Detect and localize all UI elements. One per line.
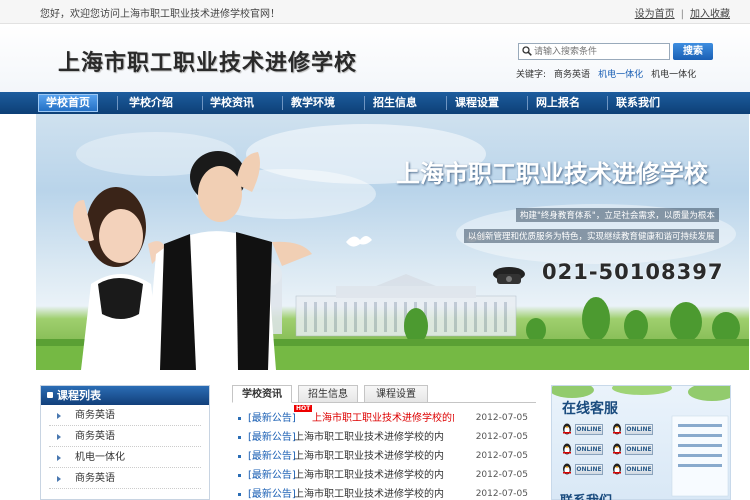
online-badge: ONLINE (625, 464, 653, 475)
arrow-right-icon (57, 413, 61, 419)
news-date: 2012-07-05 (475, 489, 528, 499)
course-item-label: 商务英语 (75, 410, 115, 421)
online-badge: ONLINE (575, 464, 603, 475)
link-separator: | (680, 9, 684, 20)
online-service-title: 在线客服 (562, 401, 618, 417)
capitol-building (254, 254, 517, 337)
search-box (518, 43, 670, 60)
arrow-right-icon (57, 476, 61, 482)
online-badge: ONLINE (625, 444, 653, 455)
nav-item-apply[interactable]: 网上报名 (527, 94, 589, 112)
bullet-icon (238, 436, 241, 439)
news-tag: [最新公告] (248, 413, 296, 424)
qq-penguin-icon (613, 463, 621, 475)
news-title[interactable]: 上海市职工职业技术进修学校的内训课 (294, 428, 444, 447)
news-panel: 学校资讯 招生信息 课程设置 [最新公告] HOT 上海市职工职业技术进修学校的… (232, 385, 536, 500)
news-date: 2012-07-05 (475, 470, 528, 480)
qq-penguin-icon (613, 443, 621, 455)
news-tag: [最新公告] (248, 470, 296, 481)
qq-penguin-icon (563, 423, 571, 435)
news-date: 2012-07-05 (475, 413, 528, 423)
bullet-icon (238, 493, 241, 496)
online-badge: ONLINE (625, 424, 653, 435)
banner-slogan-1: 构建"终身教育体系"，立足社会需求，以质量为根本 (516, 208, 719, 222)
top-links: 设为首页 | 加入收藏 (635, 5, 730, 20)
top-bar: 您好，欢迎您访问上海市职工职业技术进修学校官网！ 设为首页 | 加入收藏 (0, 0, 750, 24)
news-tag: [最新公告] (248, 489, 296, 500)
title-bullet-icon (47, 392, 53, 398)
news-row[interactable]: [最新公告] 上海市职工职业技术进修学校的内训课 2012-07-05 (232, 466, 536, 485)
news-row[interactable]: [最新公告] HOT 上海市职工职业技术进修学校的内训课 2012-07-05 (232, 405, 536, 428)
keyword-link[interactable]: 机电一体化 (598, 70, 643, 80)
banner-phone-number: 021-50108397 (542, 260, 724, 284)
news-row[interactable]: [最新公告] 上海市职工职业技术进修学校的内训课 2012-07-05 (232, 485, 536, 500)
news-tag: [最新公告] (248, 432, 296, 443)
bullet-icon (238, 455, 241, 458)
contact-title: 联系我们 (560, 490, 612, 500)
qq-penguin-icon (563, 443, 571, 455)
online-badge: ONLINE (575, 444, 603, 455)
course-item-label: 商务英语 (75, 431, 115, 442)
nav-item-environment[interactable]: 教学环境 (282, 94, 344, 112)
news-tag: [最新公告] (248, 451, 296, 462)
keywords-label: 关键字: (516, 70, 547, 80)
nav-item-courses[interactable]: 课程设置 (446, 94, 508, 112)
qq-penguin-icon (563, 463, 571, 475)
tab-enrollment[interactable]: 招生信息 (298, 385, 358, 403)
hero-banner[interactable]: 上海市职工职业技术进修学校 构建"终身教育体系"，立足社会需求，以质量为根本 以… (36, 114, 749, 370)
nav-item-about[interactable]: 学校介绍 (120, 94, 182, 112)
banner-slogan-2: 以创新管理和优质服务为特色，实现继续教育健康和谐可持续发展 (464, 229, 719, 243)
main-nav: 学校首页 学校介绍 学校资讯 教学环境 招生信息 课程设置 网上报名 联系我们 (0, 92, 750, 114)
news-row[interactable]: [最新公告] 上海市职工职业技术进修学校的内训课 2012-07-05 (232, 447, 536, 466)
school-logo-title[interactable]: 上海市职工职业技术进修学校 (58, 45, 357, 77)
welcome-text: 您好，欢迎您访问上海市职工职业技术进修学校官网！ (40, 9, 280, 20)
search-icon (522, 46, 532, 56)
qq-penguin-icon (613, 423, 621, 435)
news-row[interactable]: [最新公告] 上海市职工职业技术进修学校的内训课 2012-07-05 (232, 428, 536, 447)
add-favorite-link[interactable]: 加入收藏 (690, 9, 730, 20)
nav-item-home[interactable]: 学校首页 (38, 94, 98, 112)
arrow-right-icon (57, 434, 61, 440)
nav-item-contact[interactable]: 联系我们 (607, 94, 669, 112)
search-button[interactable]: 搜索 (673, 43, 713, 60)
tab-courses[interactable]: 课程设置 (364, 385, 428, 403)
header: 上海市职工职业技术进修学校 搜索 关键字:商务英语机电一体化机电一体化 (0, 25, 750, 92)
course-item-label: 商务英语 (75, 473, 115, 484)
news-tabs: 学校资讯 招生信息 课程设置 (232, 385, 536, 403)
banner-title: 上海市职工职业技术进修学校 (396, 160, 708, 188)
bullet-icon (238, 474, 241, 477)
keyword-link[interactable]: 商务英语 (554, 70, 590, 80)
arrow-right-icon (57, 455, 61, 461)
news-list: [最新公告] HOT 上海市职工职业技术进修学校的内训课 2012-07-05 … (232, 405, 536, 500)
course-item[interactable]: 商务英语 (49, 405, 201, 426)
nav-item-news[interactable]: 学校资讯 (202, 94, 262, 112)
keywords-row: 关键字: 商务英语 机电一体化 机电一体化 (516, 67, 696, 80)
news-date: 2012-07-05 (475, 432, 528, 442)
course-item[interactable]: 机电一体化 (49, 447, 201, 468)
bullet-icon (238, 417, 241, 420)
nav-divider (117, 96, 118, 110)
nav-item-enrollment[interactable]: 招生信息 (364, 94, 426, 112)
phone-icon (493, 267, 525, 284)
course-item[interactable]: 商务英语 (49, 468, 201, 489)
set-home-link[interactable]: 设为首页 (635, 9, 675, 20)
course-list-title: 课程列表 (41, 386, 209, 405)
online-service-panel: 在线客服 ONLINE ONLINE ONLINE ONLINE ONLINE … (551, 385, 731, 500)
course-item[interactable]: 商务英语 (49, 426, 201, 447)
news-title[interactable]: 上海市职工职业技术进修学校的内训课 (312, 409, 454, 428)
tab-school-news[interactable]: 学校资讯 (232, 385, 292, 403)
course-list-panel: 课程列表 商务英语 商务英语 机电一体化 商务英语 (40, 385, 210, 500)
online-badge: ONLINE (575, 424, 603, 435)
news-title[interactable]: 上海市职工职业技术进修学校的内训课 (294, 485, 444, 500)
keyword-link[interactable]: 机电一体化 (651, 70, 696, 80)
news-title[interactable]: 上海市职工职业技术进修学校的内训课 (294, 466, 444, 485)
course-list-title-text: 课程列表 (57, 389, 101, 402)
search-input[interactable] (534, 45, 667, 58)
hot-badge: HOT (294, 405, 313, 412)
course-item-label: 机电一体化 (75, 452, 125, 463)
search-bar: 搜索 (518, 43, 713, 60)
news-title[interactable]: 上海市职工职业技术进修学校的内训课 (294, 447, 444, 466)
news-date: 2012-07-05 (475, 451, 528, 461)
